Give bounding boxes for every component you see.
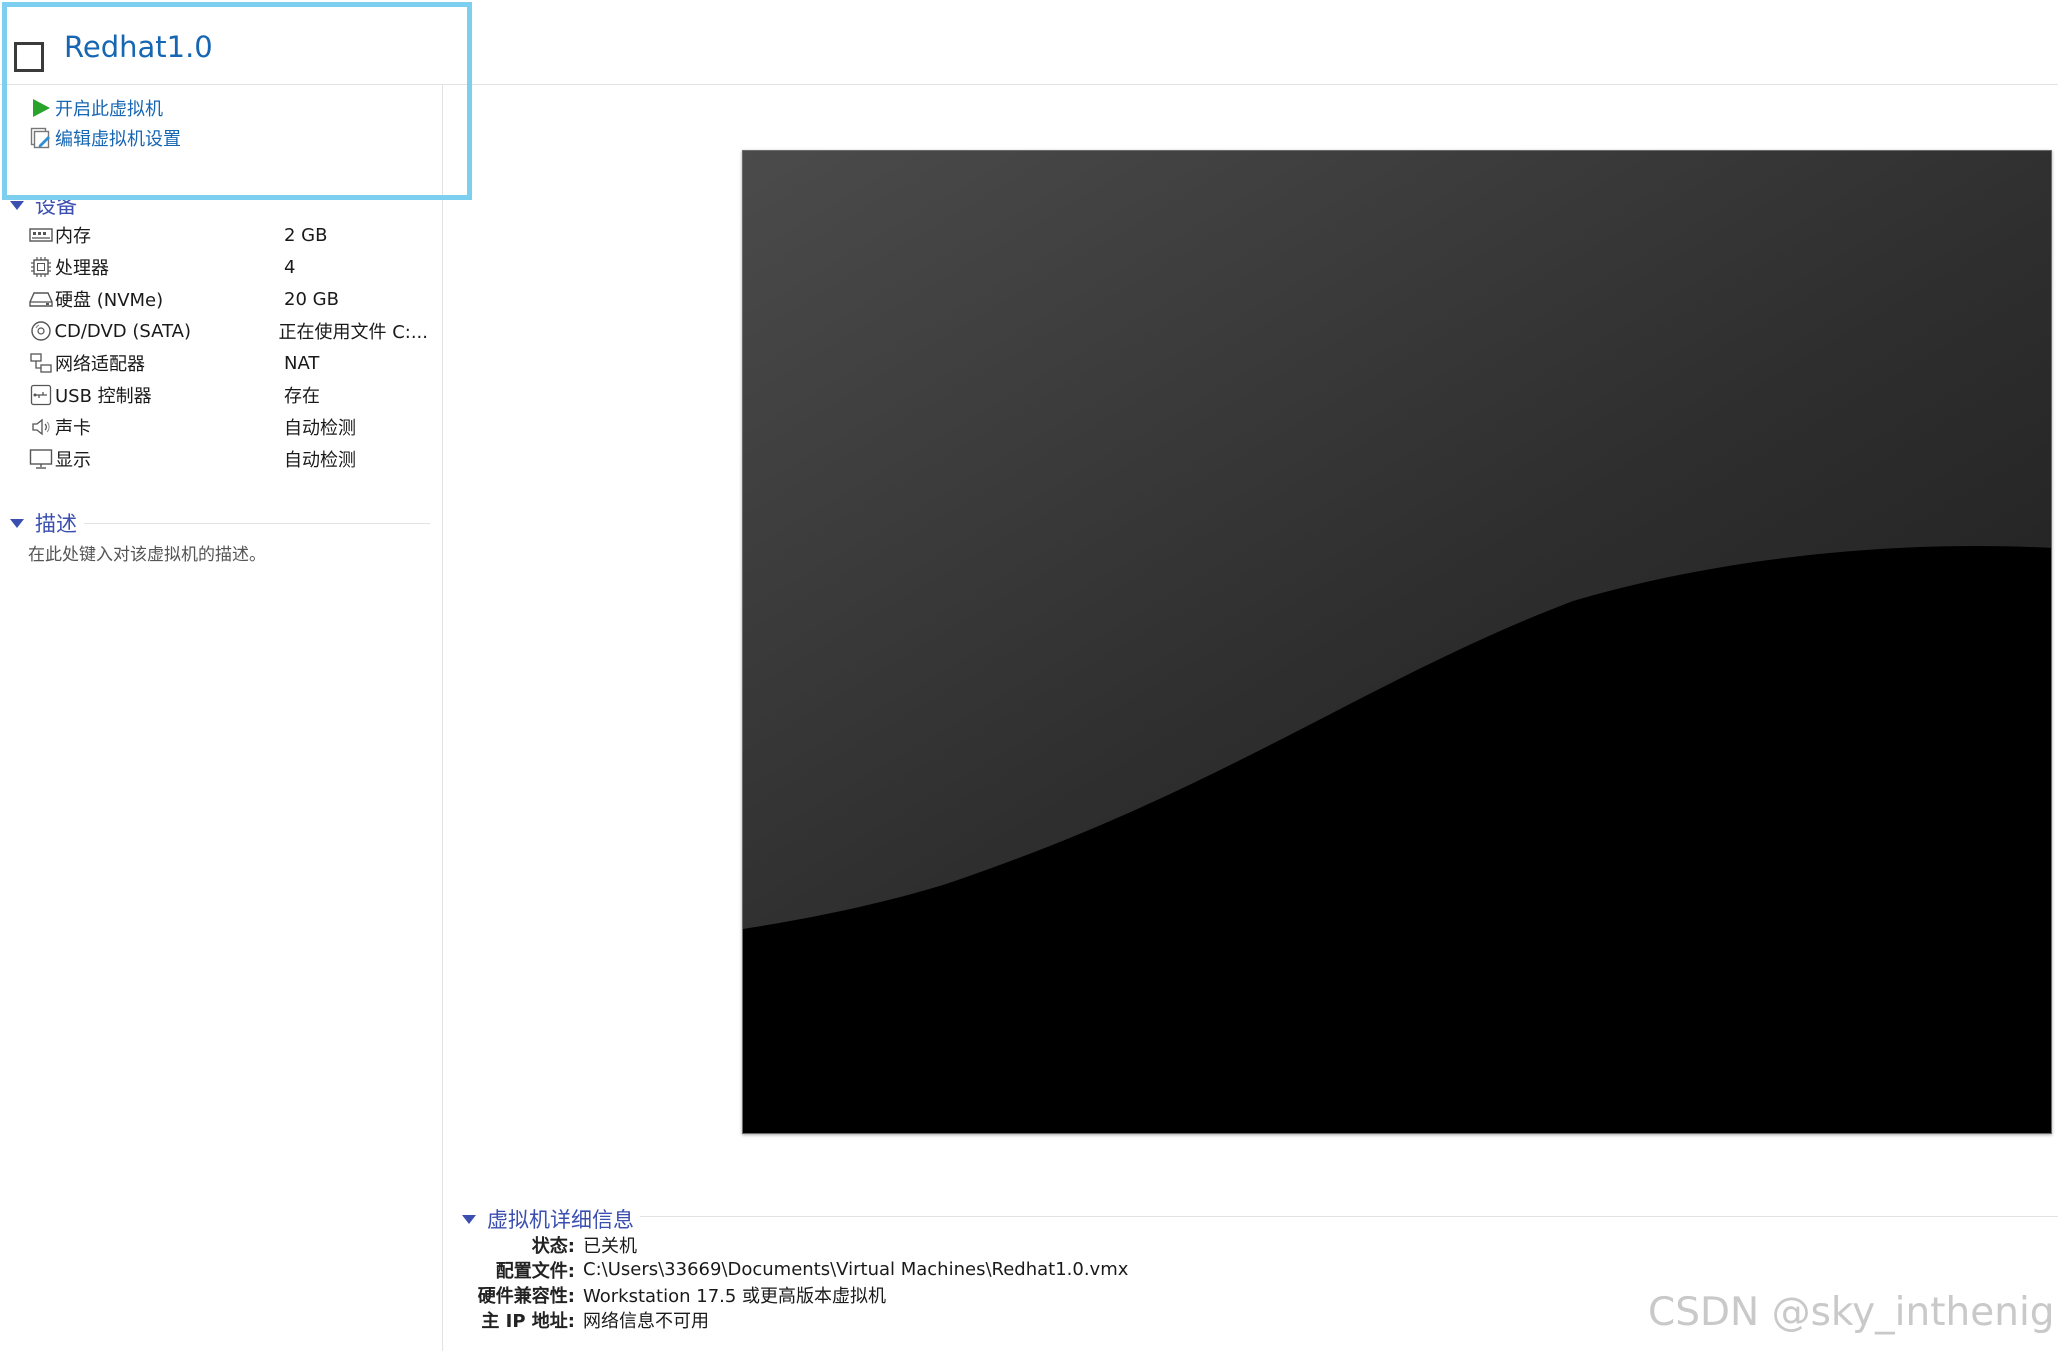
device-row-display[interactable]: 显示 自动检测 — [28, 445, 428, 473]
device-name: 内存 — [55, 226, 91, 247]
usb-icon — [28, 384, 54, 406]
device-value: 4 — [284, 256, 296, 278]
device-name: CD/DVD (SATA) — [54, 320, 192, 342]
vm-window-icon — [14, 42, 44, 72]
device-row-network-adapter[interactable]: 网络适配器 NAT — [28, 349, 428, 377]
device-row-memory[interactable]: 内存 2 GB — [28, 221, 428, 249]
power-on-vm-link[interactable]: 开启此虚拟机 — [30, 94, 163, 122]
edit-settings-icon — [30, 127, 52, 149]
device-value: 自动检测 — [284, 450, 356, 471]
device-name: 声卡 — [55, 418, 91, 439]
cd-dvd-icon — [28, 320, 53, 342]
detail-row-hardware-compatibility: 硬件兼容性: Workstation 17.5 或更高版本虚拟机 — [446, 1282, 886, 1307]
device-value: 自动检测 — [284, 418, 356, 439]
detail-key: 配置文件: — [495, 1260, 575, 1282]
monitor-icon — [28, 448, 54, 470]
device-name: USB 控制器 — [55, 386, 152, 407]
vm-details-section-divider — [640, 1216, 2058, 1217]
memory-icon — [28, 224, 54, 246]
header-divider — [0, 84, 2058, 85]
collapse-triangle-icon — [10, 518, 24, 528]
device-row-usb-controller[interactable]: USB 控制器 存在 — [28, 381, 428, 409]
device-row-sound-card[interactable]: 声卡 自动检测 — [28, 413, 428, 441]
detail-value: 已关机 — [583, 1235, 637, 1257]
detail-value: 网络信息不可用 — [583, 1310, 709, 1332]
description-section-header[interactable]: 描述 — [10, 508, 77, 538]
description-section-label: 描述 — [35, 512, 77, 536]
device-row-processor[interactable]: 处理器 4 — [28, 253, 428, 281]
device-name: 处理器 — [55, 258, 109, 279]
detail-key: 主 IP 地址: — [481, 1310, 575, 1332]
edit-vm-settings-link[interactable]: 编辑虚拟机设置 — [30, 124, 181, 152]
detail-row-primary-ip: 主 IP 地址: 网络信息不可用 — [446, 1307, 709, 1332]
speaker-icon — [28, 416, 54, 438]
device-name: 网络适配器 — [55, 354, 145, 375]
device-value: 20 GB — [284, 288, 339, 310]
detail-row-state: 状态: 已关机 — [446, 1232, 637, 1257]
detail-value: C:\Users\33669\Documents\Virtual Machine… — [583, 1259, 1129, 1280]
detail-key: 状态: — [531, 1235, 575, 1257]
play-icon — [30, 97, 52, 119]
description-text[interactable]: 在此处键入对该虚拟机的描述。 — [28, 540, 266, 565]
devices-section-header[interactable]: 设备 — [10, 190, 77, 220]
power-on-vm-label: 开启此虚拟机 — [55, 99, 163, 120]
device-value: 正在使用文件 C:... — [278, 322, 428, 343]
vm-details-section-label: 虚拟机详细信息 — [487, 1208, 634, 1232]
device-value: 2 GB — [284, 224, 328, 246]
collapse-triangle-icon — [10, 200, 24, 210]
vm-details-section-header[interactable]: 虚拟机详细信息 — [462, 1204, 634, 1234]
hard-disk-icon — [28, 288, 54, 310]
device-name: 硬盘 (NVMe) — [55, 290, 164, 311]
device-value: NAT — [284, 352, 320, 374]
network-adapter-icon — [28, 352, 54, 374]
detail-key: 硬件兼容性: — [477, 1285, 575, 1307]
processor-icon — [28, 256, 54, 278]
vm-title: Redhat1.0 — [64, 30, 213, 64]
detail-row-config-file: 配置文件: C:\Users\33669\Documents\Virtual M… — [446, 1257, 1129, 1282]
sidebar-divider — [442, 85, 443, 1351]
watermark-text: CSDN @sky_inthenight — [1648, 1290, 2058, 1335]
device-row-cd-dvd[interactable]: CD/DVD (SATA) 正在使用文件 C:... — [28, 317, 428, 345]
device-value: 存在 — [284, 386, 320, 407]
collapse-triangle-icon — [462, 1214, 476, 1224]
edit-vm-settings-label: 编辑虚拟机设置 — [55, 129, 181, 150]
device-row-hard-disk[interactable]: 硬盘 (NVMe) 20 GB — [28, 285, 428, 313]
device-name: 显示 — [55, 450, 91, 471]
vm-preview-screen[interactable] — [742, 150, 2052, 1134]
devices-section-label: 设备 — [35, 194, 77, 218]
detail-value: Workstation 17.5 或更高版本虚拟机 — [583, 1285, 887, 1307]
description-section-divider — [84, 523, 430, 524]
